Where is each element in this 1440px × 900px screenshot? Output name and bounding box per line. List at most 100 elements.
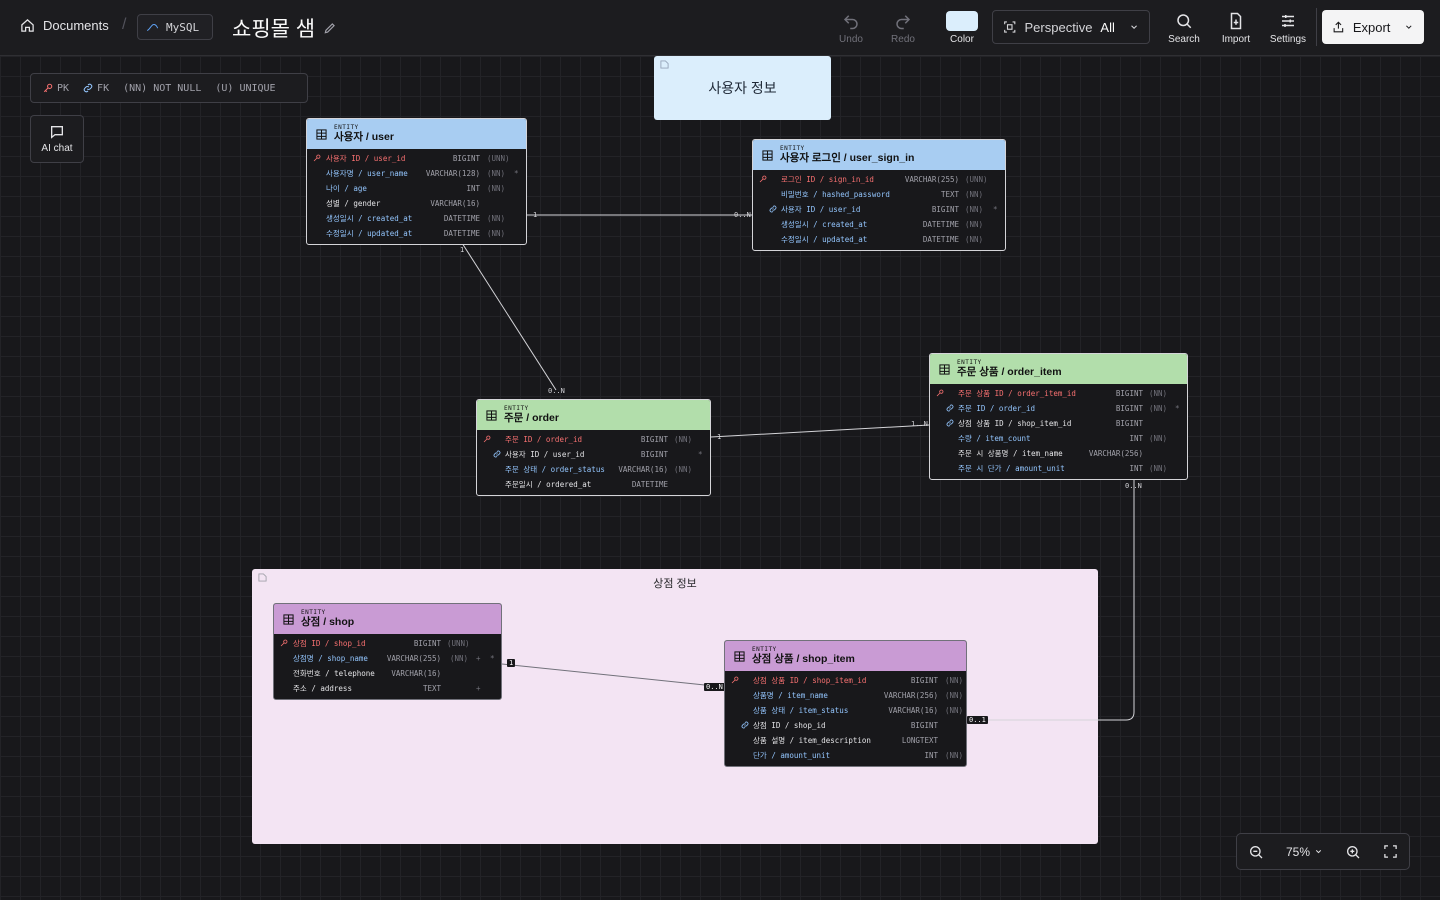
column-row[interactable]: 수량 / item_count INT (NN) [930, 431, 1187, 446]
entity-user-sign-in[interactable]: ENTITY 사용자 로그인 / user_sign_in 로그인 ID / si… [752, 139, 1006, 251]
column-row[interactable]: 주문 상태 / order_status VARCHAR(16) (NN) [477, 462, 710, 477]
column-row[interactable]: 비밀번호 / hashed_password TEXT (NN) [753, 187, 1005, 202]
chat-bubble-icon [51, 126, 63, 139]
note-text: 사용자 정보 [708, 80, 777, 96]
column-row[interactable]: 단가 / amount_unit INT (NN) [725, 748, 966, 763]
redo-button[interactable]: Redo [878, 10, 928, 45]
entity-columns: 사용자 ID / user_id BIGINT (UNN) 사용자명 / user_… [307, 149, 526, 244]
column-row[interactable]: 주문 시 상품명 / item_name VARCHAR(256) [930, 446, 1187, 461]
perspective-icon [1004, 21, 1016, 33]
column-row[interactable]: 수정일시 / updated_at DATETIME (NN) [307, 226, 526, 241]
color-swatch [946, 11, 978, 31]
column-row[interactable]: 상점 ID / shop_id BIGINT [725, 718, 966, 733]
entity-name: 상점 상품 / shop_item [752, 653, 855, 666]
cardinality-label: 1 [533, 211, 538, 219]
zoom-level-select[interactable]: 75% [1286, 845, 1323, 859]
entity-shop-item[interactable]: ENTITY 상점 상품 / shop_item 상점 상품 ID / shop_… [724, 640, 967, 767]
entity-shop[interactable]: ENTITY 상점 / shop 상점 ID / shop_id BIGINT (UN… [273, 603, 502, 700]
entity-order[interactable]: ENTITY 주문 / order 주문 ID / order_id BIGINT(… [476, 399, 711, 496]
entity-columns: 주문 상품 ID / order_item_id BIGINT (NN) 주문 ID… [930, 384, 1187, 479]
table-icon [734, 650, 745, 662]
column-row[interactable]: 나이 / age INT (NN) [307, 181, 526, 196]
key-icon [936, 389, 944, 397]
chevron-down-icon [1131, 25, 1137, 30]
perspective-select[interactable]: Perspective All [992, 10, 1150, 44]
column-row[interactable]: 주소 / address TEXT + [274, 681, 501, 696]
entity-header[interactable]: ENTITY 상점 상품 / shop_item [725, 641, 966, 671]
zoom-control: 75% [1236, 833, 1410, 870]
settings-label: Settings [1269, 34, 1307, 45]
search-button[interactable]: Search [1159, 10, 1209, 45]
entity-user[interactable]: ENTITY 사용자 / user 사용자 ID / user_id BIGINT(… [306, 118, 527, 245]
key-icon [43, 83, 53, 93]
column-row[interactable]: 상점 상품 ID / shop_item_id BIGINT [930, 416, 1187, 431]
export-button[interactable]: Export [1322, 10, 1424, 44]
entity-header[interactable]: ENTITY 주문 상품 / order_item [930, 354, 1187, 384]
key-icon [731, 676, 739, 684]
cardinality-label: 0..N [734, 211, 751, 219]
column-row[interactable]: 사용자 ID / user_id BIGINT (NN) * [753, 202, 1005, 217]
zoom-in-icon[interactable] [1345, 844, 1361, 860]
link-icon [493, 450, 501, 458]
column-row[interactable]: 성별 / gender VARCHAR(16) [307, 196, 526, 211]
undo-icon [843, 15, 858, 30]
column-row[interactable]: 주문 ID / order_id BIGINT (NN) * [930, 401, 1187, 416]
ai-chat-button[interactable]: AI chat [30, 115, 84, 163]
key-icon [759, 175, 767, 183]
column-row[interactable]: 주문 시 단가 / amount_unit INT (NN) [930, 461, 1187, 476]
document-title[interactable]: 쇼핑몰 샘 [232, 13, 337, 43]
entity-columns: 상점 ID / shop_id BIGINT (UNN) 상점명 / shop_na… [274, 634, 501, 699]
column-row[interactable]: 사용자명 / user_name VARCHAR(128) (NN) * [307, 166, 526, 181]
database-badge[interactable]: MySQL [137, 14, 213, 40]
table-icon [316, 128, 327, 140]
entity-header[interactable]: ENTITY 상점 / shop [274, 604, 501, 634]
legend-fk: FK [83, 83, 109, 94]
search-label: Search [1168, 34, 1200, 45]
cardinality-label: 0..N [704, 683, 725, 691]
entity-order-item[interactable]: ENTITY 주문 상품 / order_item 주문 상품 ID / orde… [929, 353, 1188, 480]
undo-button[interactable]: Undo [826, 10, 876, 45]
legend-pk: PK [43, 83, 69, 94]
column-row[interactable]: 주문일시 / ordered_at DATETIME [477, 477, 710, 492]
home-breadcrumb[interactable]: Documents [20, 18, 109, 33]
import-button[interactable]: Import [1211, 10, 1261, 45]
column-row[interactable]: 상품 설명 / item_description LONGTEXT [725, 733, 966, 748]
link-icon [741, 721, 749, 729]
home-icon [21, 19, 34, 32]
user-info-note[interactable]: 사용자 정보 [654, 56, 831, 120]
column-row[interactable]: 주문 상품 ID / order_item_id BIGINT (NN) [930, 386, 1187, 401]
column-row[interactable]: 로그인 ID / sign_in_id VARCHAR(255) (UNN) [753, 172, 1005, 187]
column-row[interactable]: 생성일시 / created_at DATETIME (NN) [753, 217, 1005, 232]
column-row[interactable]: 상점 상품 ID / shop_item_id BIGINT (NN) [725, 673, 966, 688]
export-label: Export [1352, 19, 1391, 35]
column-row[interactable]: 상점 ID / shop_id BIGINT (UNN) [274, 636, 501, 651]
column-row[interactable]: 생성일시 / created_at DATETIME (NN) [307, 211, 526, 226]
entity-name: 사용자 / user [334, 131, 394, 144]
document-title-text: 쇼핑몰 샘 [232, 18, 316, 41]
mysql-icon [146, 24, 159, 31]
entity-header[interactable]: ENTITY 주문 / order [477, 400, 710, 430]
column-row[interactable]: 사용자 ID / user_id BIGINT * [477, 447, 710, 462]
redo-icon [896, 15, 911, 30]
settings-button[interactable]: Settings [1263, 10, 1313, 45]
cardinality-label: 1 [460, 246, 465, 254]
column-row[interactable]: 주문 ID / order_id BIGINT (NN) [477, 432, 710, 447]
area-title: 상점 정보 [653, 578, 697, 590]
column-row[interactable]: 상품명 / item_name VARCHAR(256) (NN) [725, 688, 966, 703]
column-row[interactable]: 수정일시 / updated_at DATETIME (NN) [753, 232, 1005, 247]
column-row[interactable]: 상점명 / shop_name VARCHAR(255) (NN) + * [274, 651, 501, 666]
entity-name: 주문 / order [504, 412, 559, 425]
column-row[interactable]: 사용자 ID / user_id BIGINT (UNN) [307, 151, 526, 166]
search-icon [1177, 14, 1192, 29]
chevron-down-icon [1406, 25, 1412, 29]
cardinality-label: 1 [717, 433, 722, 441]
zoom-out-icon[interactable] [1248, 844, 1264, 860]
color-button[interactable]: Color [937, 11, 987, 45]
pencil-icon[interactable] [323, 21, 337, 35]
column-row[interactable]: 전화번호 / telephone VARCHAR(16) [274, 666, 501, 681]
entity-header[interactable]: ENTITY 사용자 / user [307, 119, 526, 149]
top-bar: Documents / MySQL 쇼핑몰 샘 Undo Redo Color … [0, 0, 1440, 56]
column-row[interactable]: 상품 상태 / item_status VARCHAR(16) (NN) [725, 703, 966, 718]
entity-header[interactable]: ENTITY 사용자 로그인 / user_sign_in [753, 140, 1005, 170]
fit-screen-icon[interactable] [1383, 844, 1398, 859]
